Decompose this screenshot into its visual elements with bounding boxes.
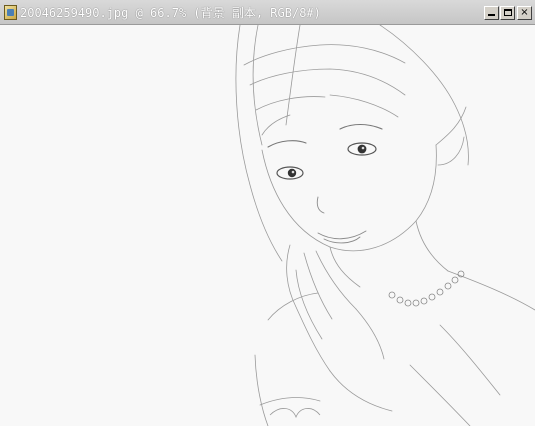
close-icon: ×: [520, 7, 529, 18]
maximize-icon: [503, 9, 512, 16]
title-bar[interactable]: 20046259490.jpg @ 66.7% (背景 副本, RGB/8#) …: [0, 0, 535, 25]
sketch-portrait-image: [235, 25, 535, 426]
minimize-icon: [488, 14, 495, 16]
image-canvas[interactable]: [0, 25, 535, 426]
maximize-button[interactable]: [500, 6, 515, 20]
minimize-button[interactable]: [484, 6, 499, 20]
close-button[interactable]: ×: [517, 6, 532, 20]
window-title: 20046259490.jpg @ 66.7% (背景 副本, RGB/8#): [20, 6, 321, 20]
document-window: 20046259490.jpg @ 66.7% (背景 副本, RGB/8#) …: [0, 0, 535, 426]
photoshop-document-icon[interactable]: [4, 5, 17, 20]
